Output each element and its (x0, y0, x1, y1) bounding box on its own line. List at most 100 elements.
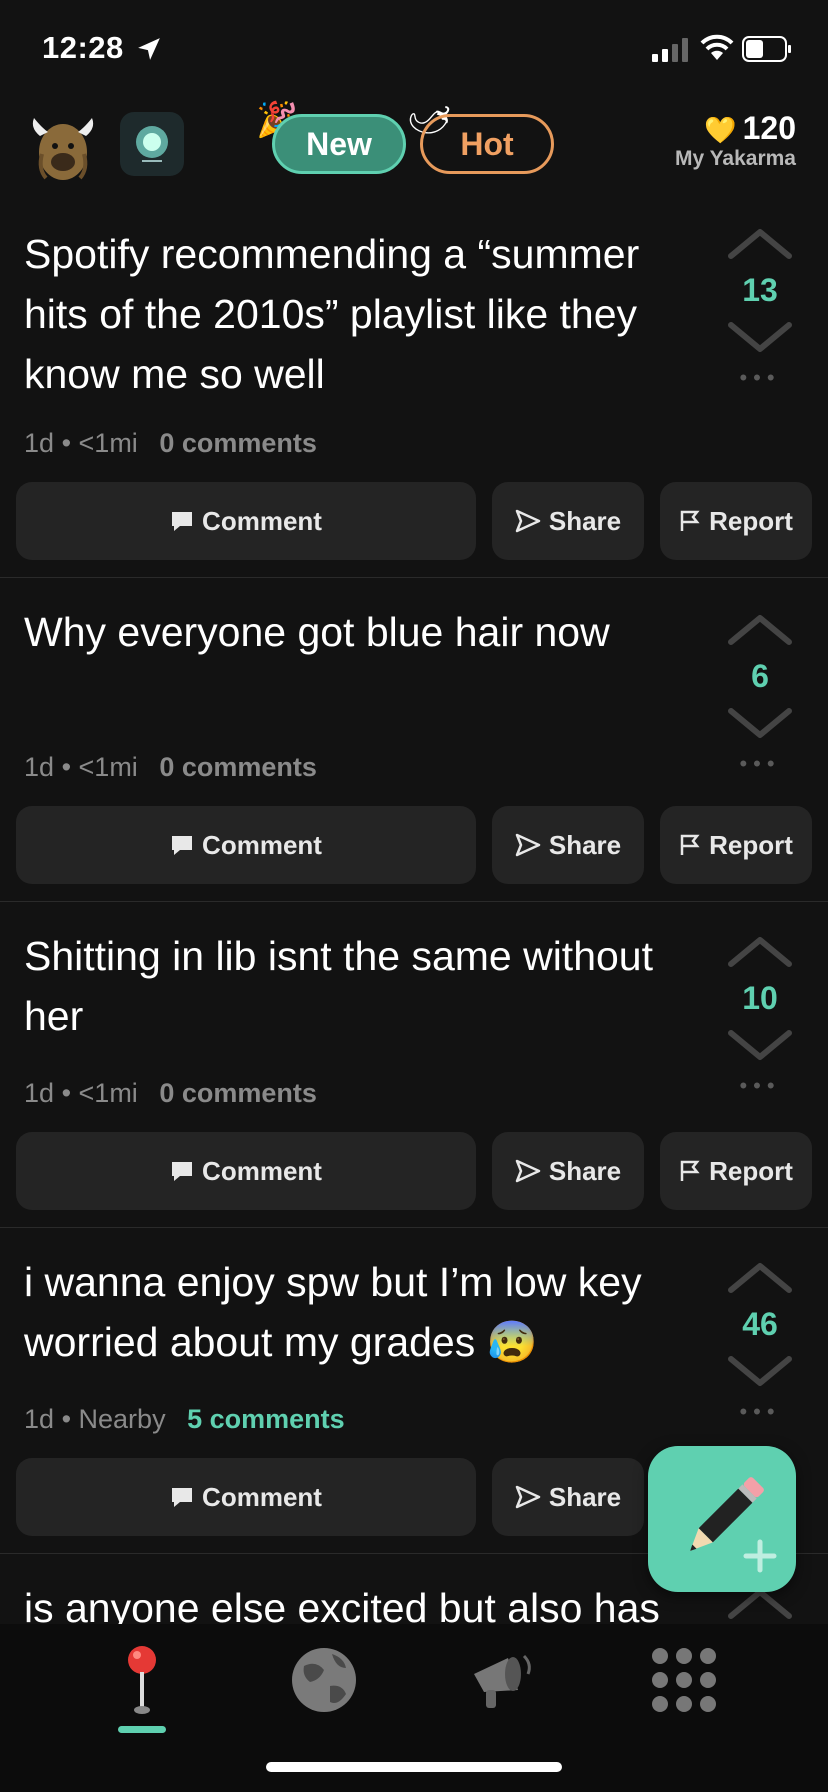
report-button[interactable]: Report (660, 806, 812, 884)
upvote-icon[interactable] (727, 612, 793, 646)
comment-count[interactable]: 0 comments (159, 428, 317, 458)
post-card[interactable]: Shitting in lib isnt the same without he… (0, 902, 828, 1228)
tab-new[interactable]: New (272, 114, 406, 174)
nav-megaphone-icon[interactable] (462, 1640, 542, 1720)
share-send-icon (515, 1485, 541, 1509)
share-button[interactable]: Share (492, 1458, 644, 1536)
comment-button[interactable]: Comment (16, 1132, 476, 1210)
heart-badge-icon: 💛 (704, 115, 737, 145)
vote-widget: 6 ••• (716, 612, 804, 777)
comment-bubble-icon (172, 1488, 193, 1507)
post-age: 1d (24, 752, 55, 782)
comment-button[interactable]: Comment (16, 1458, 476, 1536)
compose-post-button[interactable] (648, 1446, 796, 1592)
vote-score: 46 (742, 1306, 778, 1342)
vote-widget: 13 ••• (716, 226, 804, 391)
comment-bubble-icon (172, 1162, 193, 1181)
vote-score: 6 (751, 658, 769, 694)
share-send-icon (515, 1159, 541, 1183)
nav-grid-menu-icon[interactable] (644, 1640, 724, 1720)
share-button[interactable]: Share (492, 806, 644, 884)
post-card[interactable]: Why everyone got blue hair now 1d • <1mi… (0, 578, 828, 902)
tab-hot[interactable]: Hot (420, 114, 554, 174)
nav-pin-joystick-icon[interactable] (102, 1640, 182, 1720)
post-meta: 1d • Nearby 5 comments (24, 1404, 345, 1435)
comment-label: Comment (202, 505, 322, 536)
post-text: Spotify recommending a “summer hits of t… (24, 231, 640, 397)
report-button[interactable]: Report (660, 1132, 812, 1210)
share-label: Share (548, 1481, 622, 1512)
report-label: Report (709, 1155, 793, 1186)
comment-label: Comment (202, 1155, 322, 1186)
post-text: i wanna enjoy spw but I’m low key worrie… (24, 1259, 642, 1365)
comment-button[interactable]: Comment (16, 482, 476, 560)
flag-icon (680, 510, 700, 531)
share-send-icon (515, 833, 541, 857)
post-text: Shitting in lib isnt the same without he… (24, 933, 653, 1039)
comment-bubble-icon (172, 836, 193, 855)
meta-separator: • (61, 428, 72, 458)
vote-widget: 10 ••• (716, 934, 804, 1099)
status-time: 12:28 (42, 30, 124, 65)
comment-label: Comment (202, 829, 322, 860)
post-meta: 1d • <1mi 0 comments (24, 1078, 317, 1109)
meta-separator: • (61, 1078, 72, 1108)
comment-count[interactable]: 5 comments (187, 1404, 345, 1434)
yak-avatar-icon[interactable] (28, 114, 98, 184)
downvote-icon[interactable] (727, 1355, 793, 1389)
community-logo-icon[interactable] (120, 112, 184, 176)
post-card[interactable]: Spotify recommending a “summer hits of t… (0, 200, 828, 578)
share-button[interactable]: Share (492, 1132, 644, 1210)
report-label: Report (709, 505, 793, 536)
post-age: 1d (24, 1078, 55, 1108)
upvote-icon[interactable] (727, 1260, 793, 1294)
app-header: 🎉 New 🌶 Hot 💛 120 My Yakarma (0, 92, 828, 200)
yakarma-counter[interactable]: 💛 120 My Yakarma (675, 110, 796, 171)
pencil-plus-icon (690, 1477, 777, 1573)
more-options-icon[interactable]: ••• (716, 751, 804, 777)
post-meta: 1d • <1mi 0 comments (24, 752, 317, 783)
upvote-icon[interactable] (727, 226, 793, 260)
post-distance: <1mi (78, 428, 138, 458)
more-options-icon[interactable]: ••• (716, 365, 804, 391)
vote-widget: 46 ••• (716, 1260, 804, 1425)
post-distance: <1mi (78, 1078, 138, 1108)
comment-button[interactable]: Comment (16, 806, 476, 884)
comment-count[interactable]: 0 comments (159, 1078, 317, 1108)
active-tab-indicator (118, 1726, 166, 1733)
battery-icon (742, 36, 791, 62)
downvote-icon[interactable] (727, 321, 793, 355)
share-label: Share (548, 1155, 622, 1186)
karma-label: My Yakarma (674, 147, 796, 170)
share-label: Share (548, 505, 622, 536)
post-age: 1d (24, 428, 55, 458)
meta-separator: • (61, 752, 72, 782)
downvote-icon[interactable] (727, 707, 793, 741)
share-send-icon (515, 509, 541, 533)
report-button[interactable]: Report (660, 482, 812, 560)
meta-separator: • (61, 1404, 72, 1434)
flag-icon (680, 1160, 700, 1181)
wifi-icon (700, 34, 734, 60)
vote-score: 10 (742, 980, 778, 1016)
flag-icon (680, 834, 700, 855)
post-text: is anyone else excited but also has (24, 1585, 660, 1624)
home-indicator[interactable] (266, 1762, 562, 1772)
nav-globe-icon[interactable] (284, 1640, 364, 1720)
downvote-icon[interactable] (727, 1029, 793, 1063)
more-options-icon[interactable]: ••• (716, 1399, 804, 1425)
share-label: Share (548, 829, 622, 860)
post-distance: <1mi (78, 752, 138, 782)
cellular-signal-icon (652, 38, 688, 62)
location-arrow-icon (138, 38, 160, 60)
post-meta: 1d • <1mi 0 comments (24, 428, 317, 459)
vote-score: 13 (742, 272, 778, 308)
status-bar: 12:28 (0, 0, 828, 100)
comment-label: Comment (202, 1481, 322, 1512)
share-button[interactable]: Share (492, 482, 644, 560)
karma-value: 120 (742, 110, 796, 146)
more-options-icon[interactable]: ••• (716, 1073, 804, 1099)
post-distance: Nearby (78, 1404, 166, 1434)
upvote-icon[interactable] (727, 934, 793, 968)
comment-count[interactable]: 0 comments (159, 752, 317, 782)
